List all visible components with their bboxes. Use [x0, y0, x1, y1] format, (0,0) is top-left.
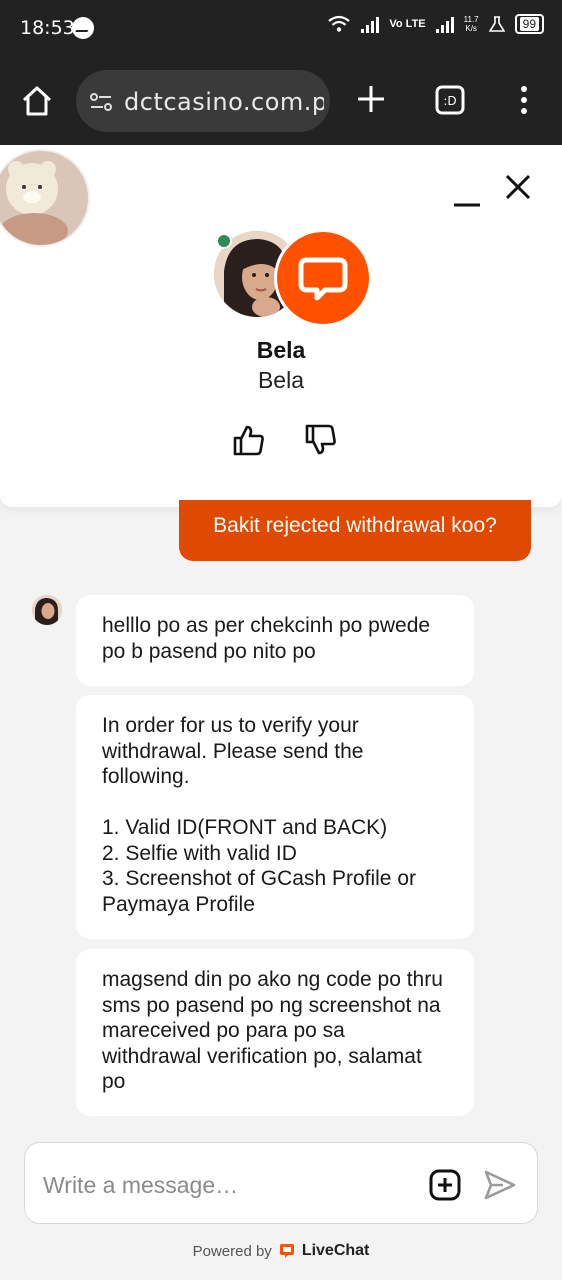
status-time: 18:53 — [20, 17, 75, 39]
powered-by-footer[interactable]: Powered by LiveChat — [0, 1242, 562, 1260]
wifi-icon — [328, 15, 351, 32]
new-tab-icon[interactable] — [354, 82, 388, 116]
livechat-logo — [274, 229, 372, 327]
livechat-logo-icon — [279, 1244, 294, 1258]
powered-by-label: Powered by — [192, 1242, 272, 1260]
agent-message: helllo po as per chekcinh po pwede po b … — [76, 595, 474, 686]
send-icon[interactable] — [483, 1169, 517, 1201]
visitor-message: Bakit rejected withdrawal koo? — [179, 500, 531, 561]
online-status-dot — [216, 233, 232, 249]
floating-avatar[interactable] — [0, 149, 90, 247]
livechat-brand: LiveChat — [301, 1242, 370, 1259]
speed-value: 11.7 — [463, 15, 479, 24]
agent-message-avatar — [32, 595, 62, 625]
tabs-icon[interactable]: :D — [434, 84, 466, 116]
speed-unit: K/s — [465, 24, 477, 33]
chat-bubble-icon — [298, 257, 348, 301]
close-icon[interactable] — [504, 173, 532, 201]
minimize-icon[interactable] — [452, 181, 482, 211]
more-menu-icon[interactable] — [514, 84, 534, 116]
message-composer — [24, 1142, 538, 1224]
thumbs-up-icon[interactable] — [232, 423, 266, 457]
chat-header: Bela Bela — [0, 145, 562, 507]
battery-indicator: 99 — [514, 14, 544, 34]
signal-icon-2 — [435, 15, 454, 33]
agent-message: magsend din po ako ng code po thru sms p… — [76, 949, 474, 1116]
browser-toolbar: dctcasino.com.ph/ :D — [0, 58, 562, 145]
svg-text::D: :D — [443, 94, 456, 108]
network-speed: 11.7 K/s — [464, 15, 479, 33]
agent-message: In order for us to verify your withdrawa… — [76, 695, 474, 939]
agent-photo-small — [32, 595, 62, 625]
messenger-icon — [72, 17, 94, 39]
url-text[interactable]: dctcasino.com.ph/ — [124, 88, 324, 116]
signal-icon — [361, 15, 380, 33]
add-attachment-icon[interactable] — [429, 1169, 461, 1201]
agent-name: Bela — [256, 337, 306, 363]
network-type: Vo LTE — [389, 17, 426, 30]
status-indicators: Vo LTE 11.7 K/s 99 — [327, 14, 544, 34]
home-icon[interactable] — [20, 84, 54, 118]
flask-icon — [488, 16, 505, 32]
battery-level: 99 — [519, 17, 539, 31]
thumbs-down-icon[interactable] — [304, 423, 338, 457]
status-bar: 18:53 Vo LTE 11.7 K/s 99 — [0, 0, 562, 58]
agent-title: Bela — [257, 367, 305, 393]
site-settings-icon[interactable] — [90, 92, 112, 112]
teddy-bear-image — [0, 151, 88, 245]
message-input[interactable] — [41, 1167, 405, 1203]
url-bar[interactable]: dctcasino.com.ph/ — [76, 70, 330, 132]
